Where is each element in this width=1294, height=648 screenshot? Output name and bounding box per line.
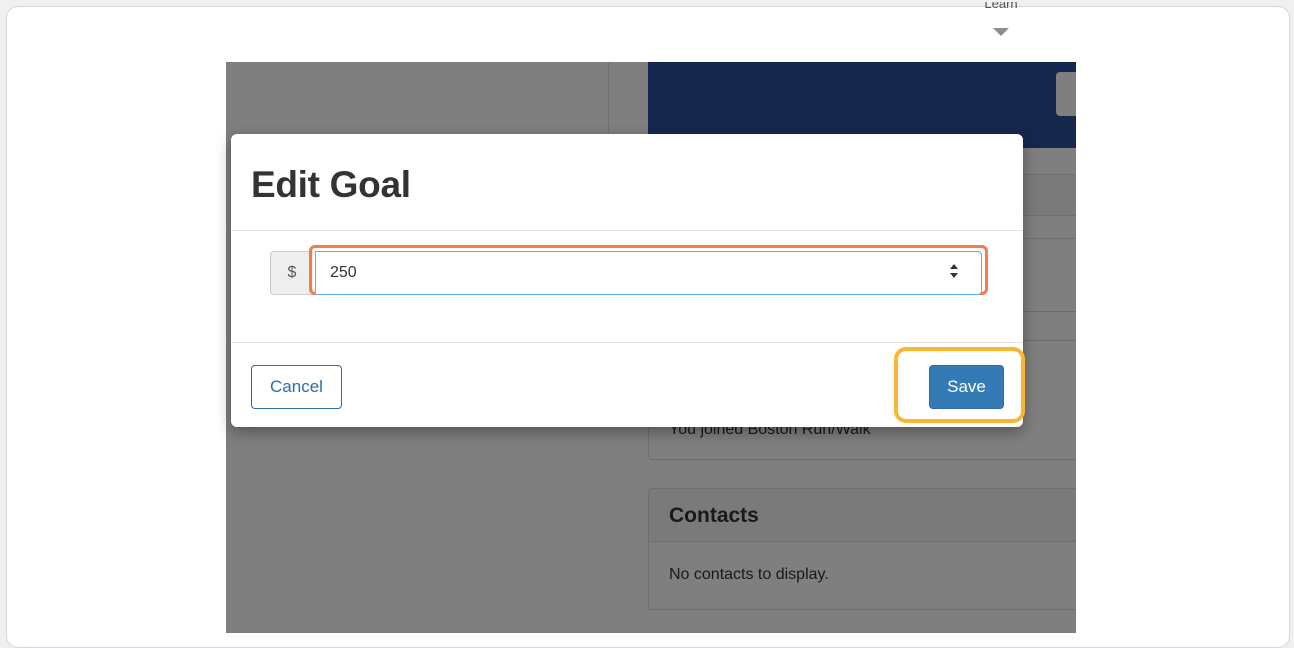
modal-footer: Cancel Save [231, 343, 1025, 428]
edit-goal-modal: Edit Goal $ Cancel Save [231, 134, 1025, 428]
number-spinner-icon[interactable] [948, 262, 962, 282]
modal-header: Edit Goal [231, 134, 1023, 231]
cancel-button[interactable]: Cancel [251, 365, 342, 409]
save-button[interactable]: Save [929, 365, 1004, 409]
goal-amount-input[interactable] [315, 251, 982, 295]
caret-down-icon[interactable] [993, 28, 1009, 36]
spinner-up-icon[interactable] [950, 264, 958, 269]
spinner-down-icon[interactable] [950, 273, 958, 278]
modal-title: Edit Goal [251, 164, 411, 205]
modal-body: $ [231, 231, 1023, 343]
learn-menu-label[interactable]: Learn [975, 2, 1027, 14]
currency-addon: $ [270, 251, 313, 295]
